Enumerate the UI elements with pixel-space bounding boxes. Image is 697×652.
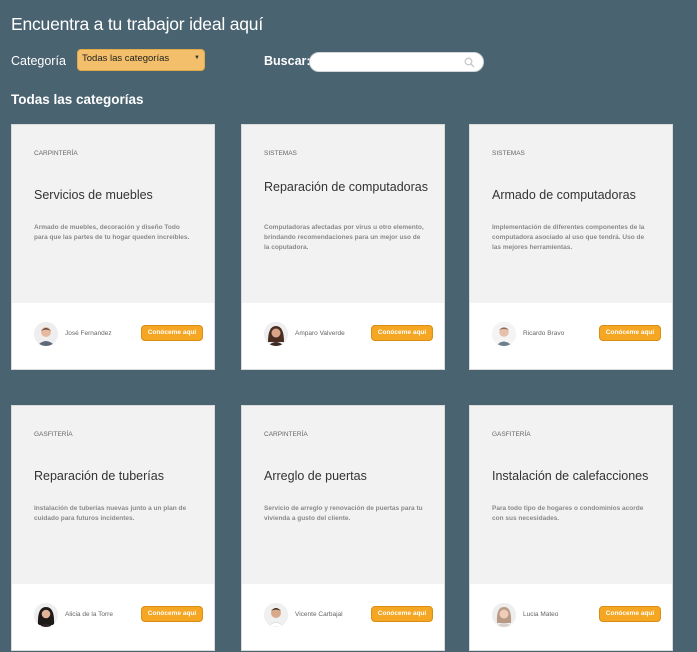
card-footer: Ricardo Bravo Conóceme aquí bbox=[470, 303, 672, 369]
author-name: José Fernandez bbox=[65, 330, 112, 337]
service-card: SISTEMAS Reparación de computadoras Comp… bbox=[241, 124, 445, 370]
card-footer: Vicente Carbajal Conóceme aquí bbox=[242, 584, 444, 650]
chevron-down-icon: ▼ bbox=[194, 55, 200, 61]
author-name: Alicia de la Torre bbox=[65, 611, 113, 618]
avatar-icon bbox=[492, 322, 516, 346]
card-title: Armado de computadoras bbox=[492, 188, 636, 202]
card-title: Instalación de calefacciones bbox=[492, 469, 649, 483]
avatar bbox=[264, 322, 288, 346]
contact-button[interactable]: Conóceme aquí bbox=[141, 325, 203, 341]
avatar-icon bbox=[492, 603, 516, 627]
category-select[interactable]: Todas las categorías ▼ bbox=[77, 49, 205, 71]
card-title: Reparación de computadoras bbox=[264, 180, 428, 194]
contact-button[interactable]: Conóceme aquí bbox=[371, 325, 433, 341]
avatar-icon bbox=[34, 603, 58, 627]
card-description: Instalación de tuberías nuevas junto a u… bbox=[34, 505, 187, 522]
category-label: Categoría bbox=[11, 54, 66, 68]
card-title: Reparación de tuberías bbox=[34, 469, 164, 483]
contact-button[interactable]: Conóceme aquí bbox=[599, 606, 661, 622]
service-card: GASFITERÍA Instalación de calefacciones … bbox=[469, 405, 673, 651]
card-description: Servicio de arreglo y renovación de puer… bbox=[264, 505, 423, 522]
avatar bbox=[492, 322, 516, 346]
card-category: GASFITERÍA bbox=[34, 431, 73, 438]
avatar-icon bbox=[264, 322, 288, 346]
author-name: Vicente Carbajal bbox=[295, 611, 343, 618]
author-name: Lucia Mateo bbox=[523, 611, 559, 618]
card-category: CARPINTERÍA bbox=[34, 150, 78, 157]
service-card: SISTEMAS Armado de computadoras Implemen… bbox=[469, 124, 673, 370]
card-footer: José Fernandez Conóceme aquí bbox=[12, 303, 214, 369]
avatar bbox=[34, 322, 58, 346]
category-select-value: Todas las categorías bbox=[82, 53, 170, 64]
contact-button[interactable]: Conóceme aquí bbox=[141, 606, 203, 622]
card-category: SISTEMAS bbox=[492, 150, 525, 157]
service-card: CARPINTERÍA Arreglo de puertas Servicio … bbox=[241, 405, 445, 651]
card-description: Para todo tipo de hogares o condominios … bbox=[492, 505, 644, 522]
author-name: Ricardo Bravo bbox=[523, 330, 565, 337]
section-heading: Todas las categorías bbox=[11, 92, 144, 107]
author-name: Amparo Valverde bbox=[295, 330, 345, 337]
card-description: Computadoras afectadas por virus u otro … bbox=[264, 224, 424, 251]
avatar-icon bbox=[264, 603, 288, 627]
avatar bbox=[492, 603, 516, 627]
contact-button[interactable]: Conóceme aquí bbox=[599, 325, 661, 341]
search-label: Buscar: bbox=[264, 54, 311, 68]
card-description: Armado de muebles, decoración y diseño T… bbox=[34, 224, 190, 241]
service-card: GASFITERÍA Reparación de tuberías Instal… bbox=[11, 405, 215, 651]
contact-button[interactable]: Conóceme aquí bbox=[371, 606, 433, 622]
search-input[interactable] bbox=[309, 52, 484, 72]
avatar bbox=[264, 603, 288, 627]
card-footer: Amparo Valverde Conóceme aquí bbox=[242, 303, 444, 369]
service-card: CARPINTERÍA Servicios de muebles Armado … bbox=[11, 124, 215, 370]
card-description: Implementación de diferentes componentes… bbox=[492, 224, 645, 251]
avatar bbox=[34, 603, 58, 627]
card-title: Arreglo de puertas bbox=[264, 469, 367, 483]
card-footer: Alicia de la Torre Conóceme aquí bbox=[12, 584, 214, 650]
avatar-icon bbox=[34, 322, 58, 346]
search-icon bbox=[464, 57, 475, 68]
card-category: GASFITERÍA bbox=[492, 431, 531, 438]
card-footer: Lucia Mateo Conóceme aquí bbox=[470, 584, 672, 650]
card-category: CARPINTERÍA bbox=[264, 431, 308, 438]
page-title: Encuentra a tu trabajor ideal aquí bbox=[11, 14, 263, 34]
card-category: SISTEMAS bbox=[264, 150, 297, 157]
card-title: Servicios de muebles bbox=[34, 188, 153, 202]
